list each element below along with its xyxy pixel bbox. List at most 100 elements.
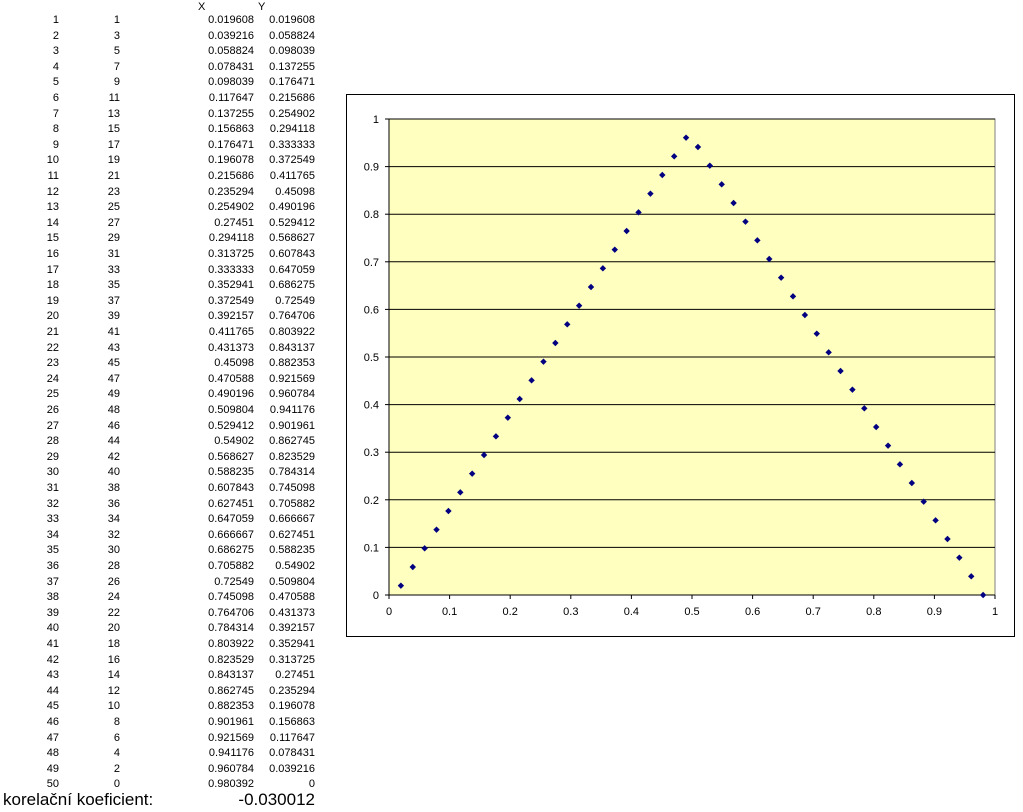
y-cell: 0.705882: [269, 497, 315, 510]
row-value-cell: 41: [107, 326, 120, 338]
table-row: 12 23 0.235294 0.45098: [0, 184, 330, 200]
x-cell: 0.529412: [208, 419, 254, 432]
row-value-cell: 7: [113, 60, 120, 73]
y-cell: 0.333333: [269, 138, 315, 151]
row-index-cell: 39: [46, 606, 59, 619]
row-value-cell: 49: [107, 388, 120, 401]
table-row: 46 8 0.901961 0.156863: [0, 714, 330, 730]
row-index-cell: 21: [46, 326, 59, 338]
y-cell: 0.627451: [269, 528, 315, 541]
row-value-cell: 13: [107, 107, 120, 120]
table-row: 40 20 0.784314 0.392157: [0, 620, 330, 636]
y-cell: 0.666667: [269, 513, 315, 526]
y-cell: 0.058824: [269, 29, 315, 42]
x-cell: 0.647059: [208, 513, 254, 526]
row-index-cell: 32: [46, 497, 59, 510]
row-index-cell: 4: [52, 60, 59, 73]
table-row: 44 12 0.862745 0.235294: [0, 683, 330, 699]
y-cell: 0.254902: [269, 107, 315, 120]
y-cell: 0.960784: [269, 388, 315, 401]
table-row: 2 3 0.039216 0.058824: [0, 28, 330, 44]
x-cell: 0.509804: [208, 404, 254, 416]
x-tick-label: 0: [386, 606, 392, 618]
row-index-cell: 44: [46, 684, 59, 697]
table-row: 10 19 0.196078 0.372549: [0, 152, 330, 168]
x-tick-label: 0.5: [684, 606, 699, 618]
x-cell: 0.333333: [208, 263, 254, 276]
y-cell: 0.529412: [269, 216, 315, 229]
row-value-cell: 35: [107, 279, 120, 292]
row-index-cell: 30: [46, 466, 59, 479]
row-index-cell: 45: [46, 700, 59, 713]
x-cell: 0.392157: [208, 310, 254, 323]
row-value-cell: 25: [107, 201, 120, 214]
x-cell: 0.117647: [208, 92, 254, 104]
table-row: 34 32 0.666667 0.627451: [0, 527, 330, 543]
row-value-cell: 10: [107, 700, 120, 713]
row-index-cell: 10: [46, 154, 59, 167]
y-cell: 0.313725: [269, 653, 315, 666]
row-index-cell: 41: [46, 638, 59, 650]
y-cell: 0.039216: [269, 762, 315, 775]
table-row: 9 17 0.176471 0.333333: [0, 137, 330, 153]
row-value-cell: 26: [107, 575, 120, 588]
row-value-cell: 44: [107, 435, 120, 448]
row-index-cell: 25: [46, 388, 59, 401]
y-cell: 0.745098: [269, 482, 315, 494]
table-row: 23 45 0.45098 0.882353: [0, 355, 330, 371]
row-index-cell: 38: [46, 591, 59, 604]
row-index-cell: 14: [46, 216, 59, 229]
row-index-cell: 48: [46, 747, 59, 760]
row-value-cell: 31: [107, 248, 120, 260]
row-index-cell: 47: [46, 731, 59, 744]
row-index-cell: 20: [46, 310, 59, 323]
y-cell: 0.352941: [269, 638, 315, 650]
x-cell: 0.039216: [208, 29, 254, 42]
row-value-cell: 22: [107, 606, 120, 619]
row-value-cell: 15: [107, 123, 120, 136]
x-cell: 0.431373: [208, 341, 254, 354]
row-value-cell: 6: [113, 731, 120, 744]
table-row: 22 43 0.431373 0.843137: [0, 340, 330, 356]
row-value-cell: 45: [107, 357, 120, 370]
y-cell: 0.294118: [269, 123, 315, 136]
x-cell: 0.156863: [208, 123, 254, 136]
row-value-cell: 20: [107, 622, 120, 635]
x-cell: 0.352941: [208, 279, 254, 292]
x-cell: 0.098039: [208, 76, 254, 89]
x-tick-label: 0.3: [563, 606, 578, 618]
x-cell: 0.666667: [208, 528, 254, 541]
correlation-label: korelační koeficient:: [3, 790, 154, 809]
row-index-cell: 27: [46, 419, 59, 432]
x-cell: 0.803922: [208, 638, 254, 650]
y-cell: 0.117647: [269, 731, 315, 744]
table-row: 35 30 0.686275 0.588235: [0, 542, 330, 558]
row-value-cell: 3: [113, 29, 120, 42]
table-row: 36 28 0.705882 0.54902: [0, 558, 330, 574]
x-cell: 0.313725: [208, 248, 254, 260]
x-cell: 0.54902: [214, 435, 254, 448]
y-cell: 0.941176: [269, 404, 315, 416]
row-value-cell: 23: [107, 185, 120, 198]
table-row: 38 24 0.745098 0.470588: [0, 589, 330, 605]
x-tick-label: 0.4: [624, 606, 639, 618]
row-index-cell: 40: [46, 622, 59, 635]
table-row: 19 37 0.372549 0.72549: [0, 293, 330, 309]
table-row: 39 22 0.764706 0.431373: [0, 605, 330, 621]
table-row: 28 44 0.54902 0.862745: [0, 433, 330, 449]
table-row: 37 26 0.72549 0.509804: [0, 574, 330, 590]
y-cell: 0.411765: [269, 170, 315, 182]
x-cell: 0.882353: [208, 700, 254, 713]
table-row: 41 18 0.803922 0.352941: [0, 636, 330, 652]
row-index-cell: 5: [52, 76, 59, 89]
table-row: 6 11 0.117647 0.215686: [0, 90, 330, 106]
x-cell: 0.901961: [208, 716, 254, 728]
y-cell: 0.098039: [269, 45, 315, 58]
table-row: 25 49 0.490196 0.960784: [0, 386, 330, 402]
table-row: 1 1 0.019608 0.019608: [0, 12, 330, 28]
row-value-cell: 27: [107, 216, 120, 229]
row-index-cell: 36: [46, 560, 59, 572]
y-cell: 0.196078: [269, 700, 315, 713]
table-row: 16 31 0.313725 0.607843: [0, 246, 330, 262]
x-cell: 0.372549: [208, 294, 254, 307]
